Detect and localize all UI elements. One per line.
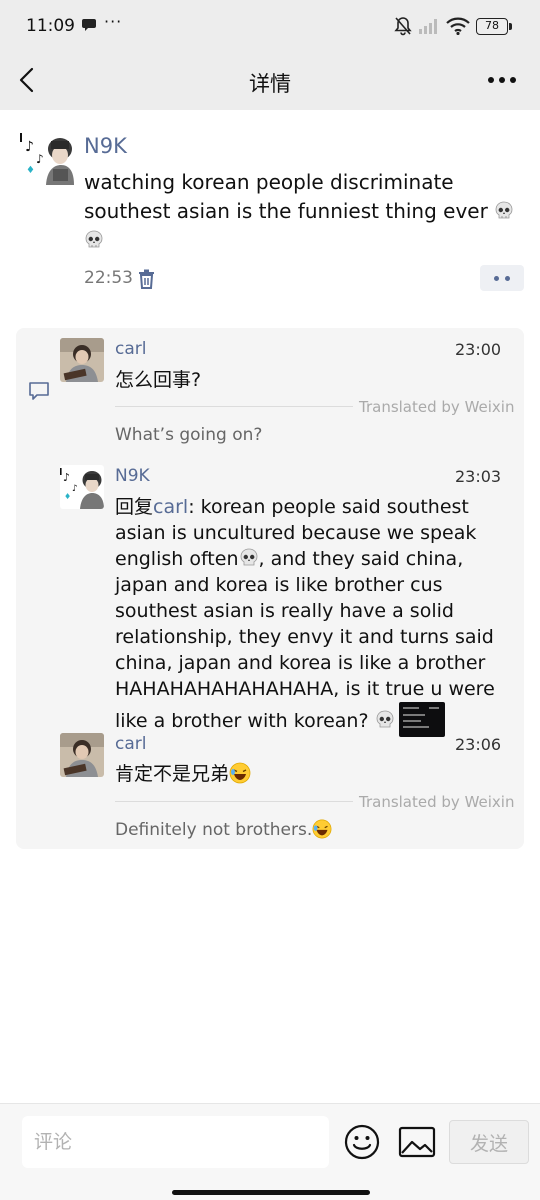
comment-time: 23:06 [455,735,502,754]
svg-text:♪: ♪ [36,152,44,166]
comment-avatar-carl[interactable] [60,733,104,777]
post-text: watching korean people discriminate sout… [84,168,524,255]
reply-prefix: 回复 [115,496,154,518]
more-dot [505,276,510,281]
svg-text:♪: ♪ [63,471,70,484]
translation-divider [115,801,353,802]
skull-emoji [376,710,394,728]
comment-text[interactable]: 回复carl: korean people said southest asia… [115,494,515,737]
comment-time: 23:00 [455,340,502,359]
svg-text:♦: ♦ [64,492,71,501]
message-icon [82,19,96,31]
home-indicator [172,1190,370,1195]
post-author-name[interactable]: N9K [84,134,127,158]
more-dot [494,276,499,281]
nav-bar: 详情 [0,52,540,110]
comment-text[interactable]: 肯定不是兄弟 [115,761,251,787]
post-text-body: watching korean people discriminate sout… [84,170,488,223]
delete-icon[interactable] [138,269,155,289]
status-more-dots: ··· [104,12,123,31]
laughing-emoji [229,762,251,784]
post-more-button[interactable] [480,265,524,291]
comment-time: 23:03 [455,467,502,486]
svg-text:♪: ♪ [25,139,34,155]
page-title: 详情 [249,72,291,96]
comment-translation-text: Definitely not brothers. [115,820,313,840]
wifi-icon [446,17,470,35]
svg-text:♪: ♪ [72,484,78,494]
comment-author[interactable]: carl [115,734,146,754]
mute-bell-icon [394,17,412,36]
translation-divider [115,406,353,407]
skull-emoji [240,548,257,566]
skull-emoji [495,201,513,219]
comment-avatar-n9k[interactable]: ♪ ♪ ♦ [60,465,104,509]
comment-text-body: 肯定不是兄弟 [115,763,230,785]
more-icon[interactable] [486,70,518,90]
comment-avatar-carl[interactable] [60,338,104,382]
battery-tip [509,23,512,30]
comment-translation: Definitely not brothers. [115,819,332,840]
svg-text:♦: ♦ [26,165,35,176]
battery-icon: 78 [476,18,508,35]
laughing-emoji [312,819,332,839]
comment-translation: What’s going on? [115,425,263,445]
comment-author[interactable]: N9K [115,466,150,486]
translated-label: Translated by Weixin [359,793,515,811]
comment-icon [29,382,49,400]
emoji-icon[interactable] [344,1124,380,1160]
reply-to-name[interactable]: carl [153,496,188,518]
comment-input[interactable] [22,1116,329,1168]
signal-icon [419,19,437,34]
send-button[interactable]: 发送 [449,1120,529,1164]
post-timestamp: 22:53 [84,268,133,288]
translated-label: Translated by Weixin [359,398,515,416]
comment-text[interactable]: 怎么回事? [115,367,201,393]
status-time: 11:09 [26,16,75,36]
image-icon[interactable] [398,1126,436,1158]
post-author-avatar[interactable]: ♪ ♪ ♦ [20,129,74,185]
status-bar: 11:09 ··· 78 [0,0,540,52]
comment-bar: 发送 [0,1103,540,1200]
image-thumbnail[interactable] [398,702,445,737]
battery-level: 78 [485,19,499,32]
comment-author[interactable]: carl [115,339,146,359]
skull-emoji [85,230,103,248]
